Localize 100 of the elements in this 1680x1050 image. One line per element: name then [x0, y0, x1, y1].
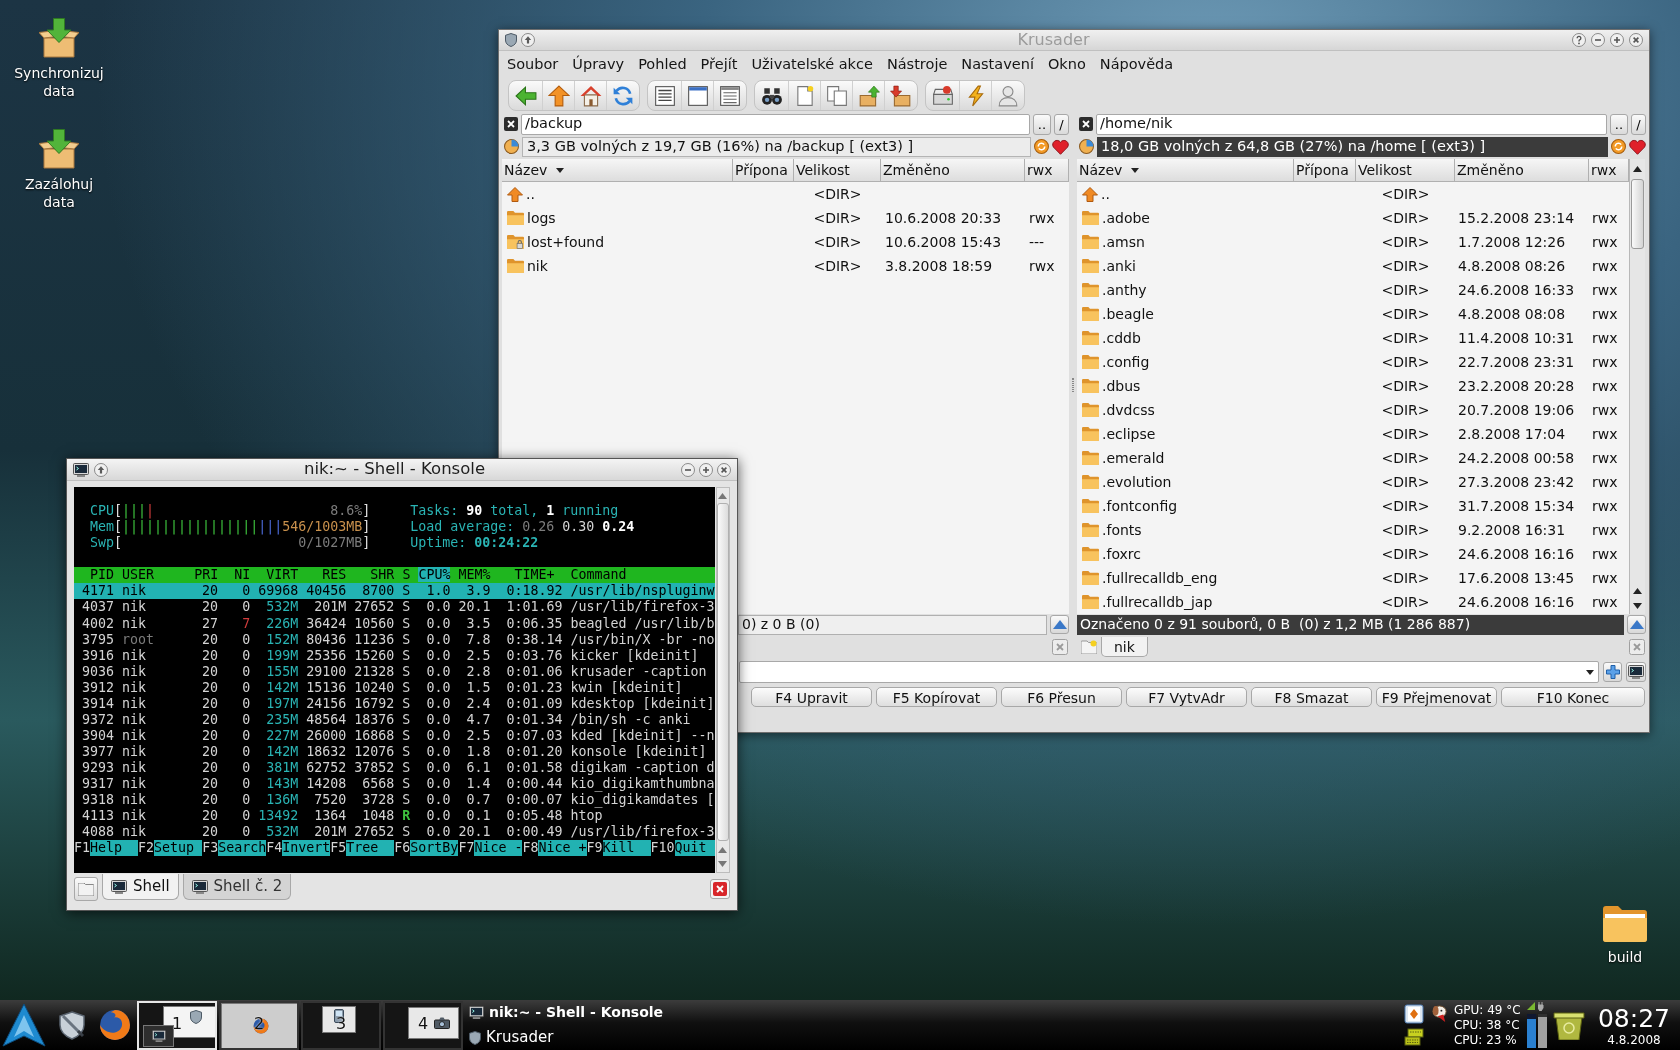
menu-item[interactable]: Přejít [693, 53, 745, 77]
minimize-icon[interactable] [1591, 33, 1605, 47]
column-header[interactable]: Velikost [794, 159, 881, 182]
maximize-icon[interactable] [1610, 33, 1624, 47]
process-row[interactable]: 9036 nik 20 0 155M 29100 21328 S 0.0 2.8 0:01.06 krusader -caption [74, 663, 715, 680]
desktop-shortcut[interactable]: build [1585, 906, 1665, 966]
column-header[interactable]: Přípona [733, 159, 794, 182]
desktop-pager-cell[interactable]: 4 [383, 1000, 463, 1050]
taskbar-task[interactable]: nik:~ - Shell - Konsole [465, 1000, 687, 1025]
close-icon[interactable] [1079, 117, 1093, 131]
root-dir-button[interactable]: / [1631, 113, 1646, 135]
up-arrow-icon[interactable] [94, 462, 108, 477]
scrollbar[interactable] [1629, 159, 1645, 614]
menu-item[interactable]: Soubor [500, 53, 566, 77]
caret-icon[interactable] [1586, 669, 1594, 675]
column-header[interactable]: PID [90, 567, 115, 583]
process-row[interactable]: 3912 nik 20 0 142M 15136 10240 S 0.0 1.5 0:01.23 kwin [kdeinit] [74, 679, 715, 696]
toolbar-button[interactable] [1626, 662, 1646, 682]
column-header[interactable]: rwx [1589, 159, 1629, 182]
column-header[interactable]: Změněno [881, 159, 1025, 182]
close-icon[interactable] [504, 117, 518, 131]
process-row[interactable]: 4171 nik 20 0 69968 40456 8700 S 1.0 3.9 0:18.92 /usr/lib/nspluginw [74, 583, 715, 600]
column-header[interactable]: Název [502, 159, 733, 182]
heart-icon[interactable] [1629, 138, 1646, 155]
menu-item[interactable]: Uživatelské akce [744, 53, 880, 77]
process-row[interactable]: 4037 nik 20 0 532M 201M 27652 S 0.0 20.1 1:01.69 /usr/lib/firefox-3 [74, 599, 715, 616]
process-row[interactable]: 4088 nik 20 0 532M 201M 27652 S 0.0 20.1 0:00.49 /usr/lib/firefox-3 [74, 824, 715, 841]
column-header[interactable]: Přípona [1294, 159, 1356, 182]
desktop-shortcut[interactable]: Synchronizuj data [9, 18, 109, 100]
file-name[interactable]: .amsn [1102, 231, 1145, 253]
file-name[interactable]: .. [1101, 183, 1110, 205]
column-header[interactable]: rwx [1025, 159, 1069, 182]
dog-icon[interactable] [1430, 1004, 1450, 1023]
column-header[interactable]: SHR [370, 567, 395, 583]
shield-icon[interactable] [505, 33, 517, 47]
function-key-button[interactable]: F5 Kopírovat [876, 687, 997, 707]
file-name[interactable]: .config [1102, 351, 1150, 373]
function-key-button[interactable]: F7 VytvAdr [1126, 687, 1247, 707]
process-row[interactable]: 3904 nik 20 0 227M 26000 16868 S 0.0 2.5 0:07.03 kded [kdeinit] --n [74, 727, 715, 744]
toolbar-button[interactable] [1603, 662, 1622, 682]
menu-item[interactable]: Nápověda [1092, 53, 1181, 77]
file-name[interactable]: .emerald [1102, 447, 1165, 469]
close-tab-button[interactable] [710, 879, 730, 899]
taskbar-task[interactable]: Krusader [465, 1025, 687, 1050]
up-triangle-icon[interactable] [1633, 588, 1642, 594]
file-name[interactable]: .fontconfig [1102, 495, 1178, 517]
heart-icon[interactable] [1052, 138, 1069, 155]
function-key-button[interactable]: F9 Přejmenovat [1376, 687, 1497, 707]
file-name[interactable]: .evolution [1102, 471, 1172, 493]
column-header[interactable]: NI [234, 567, 251, 583]
down-triangle-icon[interactable] [1633, 603, 1642, 609]
file-name[interactable]: .beagle [1102, 303, 1154, 325]
desktop-pager-cell[interactable]: 1 [137, 1000, 217, 1050]
help-icon[interactable] [1572, 33, 1586, 47]
column-header[interactable]: VIRT [266, 567, 299, 583]
column-header[interactable]: USER [122, 567, 155, 583]
file-name[interactable]: .cddb [1102, 327, 1141, 349]
file-name[interactable]: .anthy [1102, 279, 1147, 301]
column-header[interactable]: RES [322, 567, 347, 583]
close-icon[interactable] [1629, 33, 1643, 47]
desktop-shortcut[interactable]: Zazálohuj data [9, 129, 109, 211]
menu-item[interactable]: Pohled [631, 53, 694, 77]
file-name[interactable]: .eclipse [1102, 423, 1156, 445]
scrollbar[interactable] [715, 487, 730, 873]
process-row[interactable]: 9317 nik 20 0 143M 14208 6568 S 0.0 1.4 0:00.44 kio_digikamthumbna [74, 776, 715, 793]
process-row[interactable]: 4113 nik 20 0 13492 1364 1048 R 0.0 0.1 0:05.48 htop [74, 808, 715, 825]
tab[interactable]: Shell [102, 874, 179, 900]
process-row[interactable]: 3916 nik 20 0 199M 25356 15260 S 0.0 2.5 0:03.76 kicker [kdeinit] [74, 647, 715, 664]
refresh-icon[interactable] [1611, 139, 1626, 154]
file-name[interactable]: .adobe [1102, 207, 1150, 229]
menu-item[interactable]: Úpravy [565, 53, 632, 77]
file-name[interactable]: logs [527, 207, 556, 229]
process-row[interactable]: 3914 nik 20 0 197M 24156 16792 S 0.0 2.4 0:01.09 kdesktop [kdeinit] [74, 695, 715, 712]
path-field[interactable]: /home/nik [1096, 113, 1607, 135]
menu-item[interactable]: Okno [1040, 53, 1093, 77]
file-name[interactable]: .fullrecalldb_eng [1102, 567, 1218, 589]
column-header[interactable]: Velikost [1356, 159, 1455, 182]
tab[interactable]: nik [1101, 637, 1148, 657]
app-icon[interactable] [1403, 1004, 1424, 1024]
file-name[interactable]: .fonts [1102, 519, 1142, 541]
close-icon[interactable] [717, 462, 731, 477]
file-name[interactable]: nik [527, 255, 548, 277]
process-row[interactable]: 3977 nik 20 0 142M 18632 12076 S 0.0 1.8 0:01.20 konsole [kdeinit] [74, 744, 715, 761]
process-row[interactable]: 4002 nik 27 7 226M 36424 10560 S 0.0 3.5 0:06.35 beagled /usr/lib/b [74, 615, 715, 632]
column-header[interactable]: Změněno [1455, 159, 1589, 182]
file-name[interactable]: .fullrecalldb_jap [1102, 591, 1213, 613]
process-row[interactable]: 3795 root 20 0 152M 80436 11236 S 0.0 7.8 0:38.14 /usr/bin/X -br -no [74, 631, 715, 648]
column-header[interactable]: PRI [194, 567, 219, 583]
function-key-button[interactable]: F4 Upravit [751, 687, 872, 707]
function-key-button[interactable]: F6 Přesun [1001, 687, 1122, 707]
column-header[interactable]: S [402, 567, 411, 583]
file-name[interactable]: .. [526, 183, 535, 205]
up-triangle-icon[interactable] [1633, 166, 1642, 172]
memory-module-icon[interactable] [1403, 1028, 1424, 1046]
column-header[interactable]: MEM% [458, 567, 491, 583]
maximize-icon[interactable] [699, 462, 713, 477]
parent-dir-button[interactable]: .. [1033, 113, 1051, 135]
column-header[interactable]: Command [570, 567, 627, 583]
scrollbar-thumb[interactable] [716, 503, 729, 841]
process-row[interactable]: 9372 nik 20 0 235M 48564 18376 S 0.0 4.7 0:01.34 /bin/sh -c anki [74, 711, 715, 728]
